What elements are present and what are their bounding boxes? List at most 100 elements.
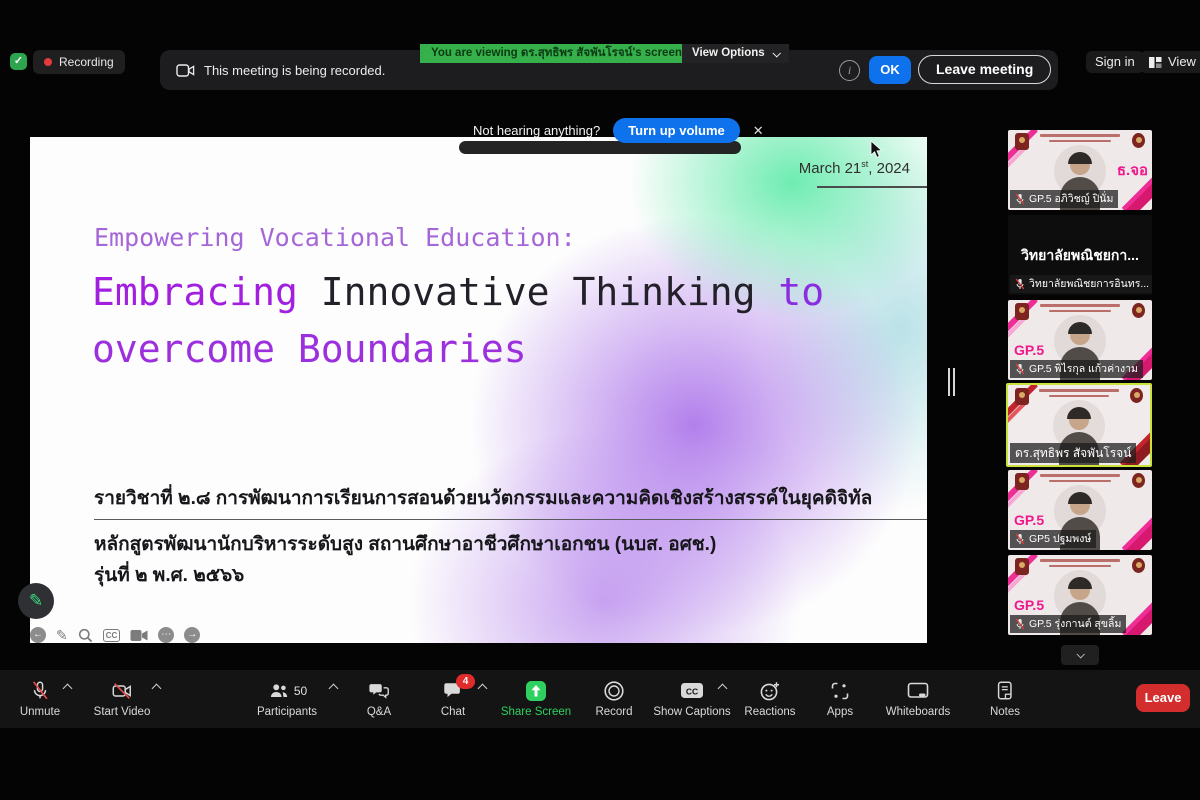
- recording-notice-text: This meeting is being recorded.: [204, 63, 385, 78]
- record-label: Record: [595, 706, 632, 718]
- unmute-label: Unmute: [20, 706, 60, 718]
- whiteboard-icon: [906, 680, 930, 702]
- share-screen-icon: [524, 679, 548, 703]
- shared-screen-slide: March 21st, 2024 Empowering Vocational E…: [30, 137, 927, 643]
- emblem-left-icon: [1015, 558, 1029, 575]
- participant-name-badge: GP.5 อภิวิชญ์ ปินั่ม: [1010, 190, 1118, 208]
- participant-tile[interactable]: ธ.จอ GP.5 อภิวิชญ์ ปินั่ม: [1008, 130, 1152, 210]
- slide-course-line: รายวิชาที่ ๒.๘ การพัฒนาการเรียนการสอนด้ว…: [94, 483, 872, 513]
- sign-in-button[interactable]: Sign in: [1086, 51, 1144, 73]
- participant-name-badge: ดร.สุทธิพร สัจพันโรจน์: [1010, 443, 1136, 463]
- participant-tile[interactable]: GP.5 GP.5 พิไรกุล แก้วค่างาม: [1008, 300, 1152, 380]
- recording-label: Recording: [59, 55, 114, 69]
- panel-resize-handle[interactable]: [948, 368, 955, 396]
- notes-button[interactable]: Notes: [955, 679, 1055, 718]
- muted-mic-icon: [1015, 618, 1025, 630]
- viewing-screen-banner: You are viewing ดร.สุทธิพร สัจพันโรจน์'s…: [420, 44, 693, 63]
- muted-mic-icon: [29, 680, 51, 702]
- view-options-dropdown[interactable]: View Options: [682, 44, 789, 63]
- leave-button[interactable]: Leave: [1136, 684, 1190, 712]
- muted-mic-icon: [1015, 278, 1025, 290]
- chat-unread-badge: 4: [456, 674, 475, 689]
- slide-title-line3: overcome Boundaries: [92, 327, 527, 371]
- more-options-icon[interactable]: ⋯: [158, 627, 174, 643]
- participant-name: ดร.สุทธิพร สัจพันโรจน์: [1015, 444, 1131, 462]
- draw-pencil-icon[interactable]: ✎: [56, 627, 68, 643]
- more-participants-button[interactable]: [1061, 645, 1099, 665]
- turn-up-volume-button[interactable]: Turn up volume: [613, 118, 740, 143]
- ok-button[interactable]: OK: [869, 56, 911, 84]
- participant-tile-active-speaker[interactable]: ดร.สุทธิพร สัจพันโรจน์: [1006, 383, 1152, 467]
- certificate-header: [1036, 474, 1124, 482]
- emblem-left-icon: [1015, 133, 1029, 150]
- muted-camera-icon: [110, 680, 134, 702]
- mouse-cursor: [870, 140, 884, 160]
- participant-tile[interactable]: GP.5 GP.5 รุ่งกานต์ สุขลิ้ม: [1008, 555, 1152, 635]
- close-icon[interactable]: ✕: [753, 123, 764, 139]
- info-icon[interactable]: i: [839, 60, 860, 81]
- participant-tile[interactable]: วิทยาลัยพณิชยกา... วิทยาลัยพณิชยการอินทร…: [1008, 215, 1152, 295]
- participant-overlay-text: GP.5: [1014, 512, 1044, 528]
- slide-toolbar: ← ✎ CC ⋯ →: [30, 626, 200, 644]
- participant-overlay-text: GP.5: [1014, 597, 1044, 613]
- zoom-search-icon[interactable]: [78, 628, 93, 643]
- emblem-right-icon: [1130, 388, 1143, 403]
- apps-icon: [828, 679, 852, 703]
- previous-slide-button[interactable]: ←: [30, 627, 46, 643]
- emblem-left-icon: [1015, 473, 1029, 490]
- emblem-right-icon: [1132, 133, 1145, 148]
- muted-mic-icon: [1015, 363, 1025, 375]
- muted-mic-icon: [1015, 193, 1025, 205]
- view-button[interactable]: View: [1140, 51, 1200, 73]
- participants-count: 50: [294, 684, 307, 698]
- security-shield-icon[interactable]: ✓: [10, 53, 27, 70]
- chevron-down-icon: [1076, 650, 1084, 658]
- certificate-header: [1036, 559, 1124, 567]
- participant-name: GP.5 รุ่งกานต์ สุขลิ้ม: [1029, 616, 1121, 632]
- video-camera-icon[interactable]: [130, 629, 148, 642]
- participant-name: GP5 ปฐมพงษ์: [1029, 531, 1091, 547]
- recording-dot-icon: [44, 58, 52, 66]
- next-slide-button[interactable]: →: [184, 627, 200, 643]
- participant-tile[interactable]: GP.5 GP5 ปฐมพงษ์: [1008, 470, 1152, 550]
- view-label: View: [1168, 51, 1196, 73]
- svg-text:CC: CC: [686, 686, 698, 696]
- participant-name-badge: วิทยาลัยพณิชยการอินทร...: [1010, 275, 1152, 293]
- participants-icon: [267, 680, 291, 702]
- whiteboards-button[interactable]: Whiteboards: [868, 679, 968, 718]
- notes-icon: [994, 680, 1016, 702]
- chat-label: Chat: [441, 706, 465, 718]
- certificate-header: [1036, 304, 1124, 312]
- annotate-pencil-button[interactable]: ✎: [18, 583, 54, 619]
- participant-overlay-text: ธ.จอ: [1117, 158, 1148, 182]
- slide-title-line2: Embracing Innovative Thinking to: [92, 270, 824, 314]
- captions-cc-icon[interactable]: CC: [103, 629, 121, 642]
- emblem-left-icon: [1015, 388, 1029, 405]
- participant-name-badge: GP.5 รุ่งกานต์ สุขลิ้ม: [1010, 615, 1126, 633]
- participant-display-text: วิทยาลัยพณิชยกา...: [1008, 245, 1152, 267]
- recording-notice: This meeting is being recorded.: [176, 50, 385, 90]
- emblem-left-icon: [1015, 303, 1029, 320]
- date-underline: [817, 186, 927, 188]
- qa-bubbles-icon: [367, 680, 391, 702]
- participants-button[interactable]: 50 Participants: [237, 679, 337, 718]
- slide-cohort-line: รุ่นที่ ๒ พ.ศ. ๒๕๖๖: [94, 560, 244, 590]
- zoom-meeting-window: ✓ Recording This meeting is being record…: [0, 0, 1200, 800]
- participants-label: Participants: [257, 706, 317, 718]
- participant-name: GP.5 พิไรกุล แก้วค่างาม: [1029, 361, 1138, 377]
- certificate-header: [1036, 134, 1124, 142]
- apps-label: Apps: [827, 706, 853, 718]
- slide-date: March 21st, 2024: [799, 159, 910, 177]
- reactions-smiley-icon: [758, 679, 782, 703]
- slide-divider: [94, 519, 927, 520]
- grid-view-icon: [1149, 56, 1162, 69]
- camera-recording-icon: [176, 63, 195, 78]
- pencil-icon: ✎: [29, 591, 43, 611]
- view-options-label: View Options: [692, 44, 765, 63]
- leave-meeting-button[interactable]: Leave meeting: [918, 55, 1051, 84]
- emblem-right-icon: [1132, 558, 1145, 573]
- slide-program-line: หลักสูตรพัฒนานักบริหารระดับสูง สถานศึกษา…: [94, 529, 716, 559]
- participant-name-badge: GP5 ปฐมพงษ์: [1010, 530, 1096, 548]
- certificate-header: [1036, 389, 1122, 397]
- participant-overlay-text: GP.5: [1014, 342, 1044, 358]
